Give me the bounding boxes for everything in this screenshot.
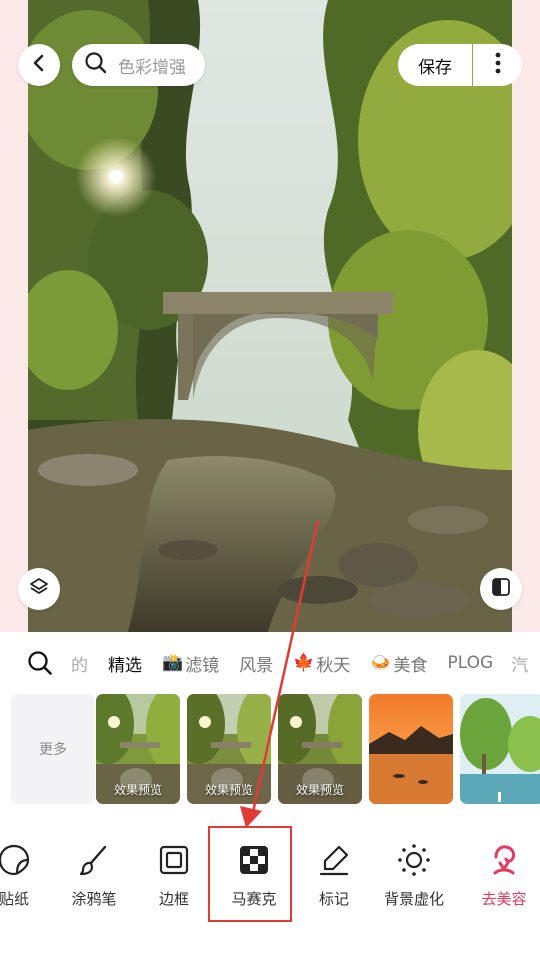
filter-thumbnail[interactable]: 效果预览 xyxy=(96,694,180,804)
beauty-tool[interactable]: 去美容 xyxy=(464,842,540,909)
search-placeholder: 色彩增强 xyxy=(118,57,186,78)
mosaic-highlight-box xyxy=(208,826,292,922)
sticker-icon xyxy=(0,843,31,881)
tab-partial-right[interactable]: 汽 xyxy=(511,651,528,676)
compare-icon xyxy=(491,577,511,601)
back-button[interactable] xyxy=(18,44,60,86)
layers-button[interactable] xyxy=(18,568,60,610)
search-icon xyxy=(84,51,108,79)
layers-icon xyxy=(28,576,50,602)
chevron-left-icon xyxy=(29,53,49,77)
more-vertical-icon xyxy=(495,52,501,78)
brush-label: 涂鸦笔 xyxy=(71,890,117,908)
more-button[interactable] xyxy=(473,44,522,86)
frame-icon xyxy=(158,844,190,880)
more-filters-button[interactable]: 更多 xyxy=(11,694,95,804)
preview-caption: 效果预览 xyxy=(204,783,253,797)
bg-blur-tool[interactable]: 背景虚化 xyxy=(374,842,454,909)
tab-landscape[interactable]: 风景 xyxy=(239,651,273,676)
brush-tool[interactable]: 涂鸦笔 xyxy=(54,842,134,909)
filter-tabs: 的 精选 📸 滤镜 风景 🍁 秋天 🍛 美食 PLOG 汽 xyxy=(0,640,540,686)
search-bar[interactable]: 色彩增强 xyxy=(72,44,205,86)
brush-icon xyxy=(77,843,111,881)
tab-filters[interactable]: 📸 滤镜 xyxy=(162,651,219,676)
filter-thumbnail[interactable]: 效果预览 xyxy=(187,694,271,804)
save-button[interactable]: 保存 xyxy=(398,44,472,86)
tab-featured[interactable]: 精选 xyxy=(108,651,142,676)
sticker-tool[interactable]: 贴纸 xyxy=(0,842,54,909)
filter-thumbnails: 更多 效果预览 效果预览 效果预览 xyxy=(0,694,540,806)
compare-button[interactable] xyxy=(480,568,522,610)
preview-caption: 效果预览 xyxy=(113,783,162,797)
filter-search-icon[interactable] xyxy=(27,650,53,676)
frame-tool[interactable]: 边框 xyxy=(134,842,214,909)
filter-thumbnail[interactable]: 效果预览 xyxy=(278,694,362,804)
tab-partial-left[interactable]: 的 xyxy=(71,651,88,676)
marker-icon xyxy=(317,843,351,881)
edited-photo[interactable] xyxy=(28,0,512,632)
sticker-label: 贴纸 xyxy=(0,890,29,908)
tab-autumn[interactable]: 🍁 秋天 xyxy=(293,651,350,676)
bg-blur-icon xyxy=(397,843,431,881)
beauty-label: 去美容 xyxy=(481,890,527,908)
preview-caption: 效果预览 xyxy=(295,783,344,797)
mark-tool[interactable]: 标记 xyxy=(294,842,374,909)
bg-blur-label: 背景虚化 xyxy=(383,890,444,908)
filter-thumbnail[interactable] xyxy=(369,694,453,804)
more-label: 更多 xyxy=(39,742,67,758)
tab-plog[interactable]: PLOG xyxy=(448,653,494,673)
filter-thumbnail[interactable] xyxy=(460,694,540,804)
mark-label: 标记 xyxy=(318,890,349,908)
tab-food[interactable]: 🍛 美食 xyxy=(370,651,427,676)
beauty-icon xyxy=(487,843,521,881)
frame-label: 边框 xyxy=(158,890,189,908)
